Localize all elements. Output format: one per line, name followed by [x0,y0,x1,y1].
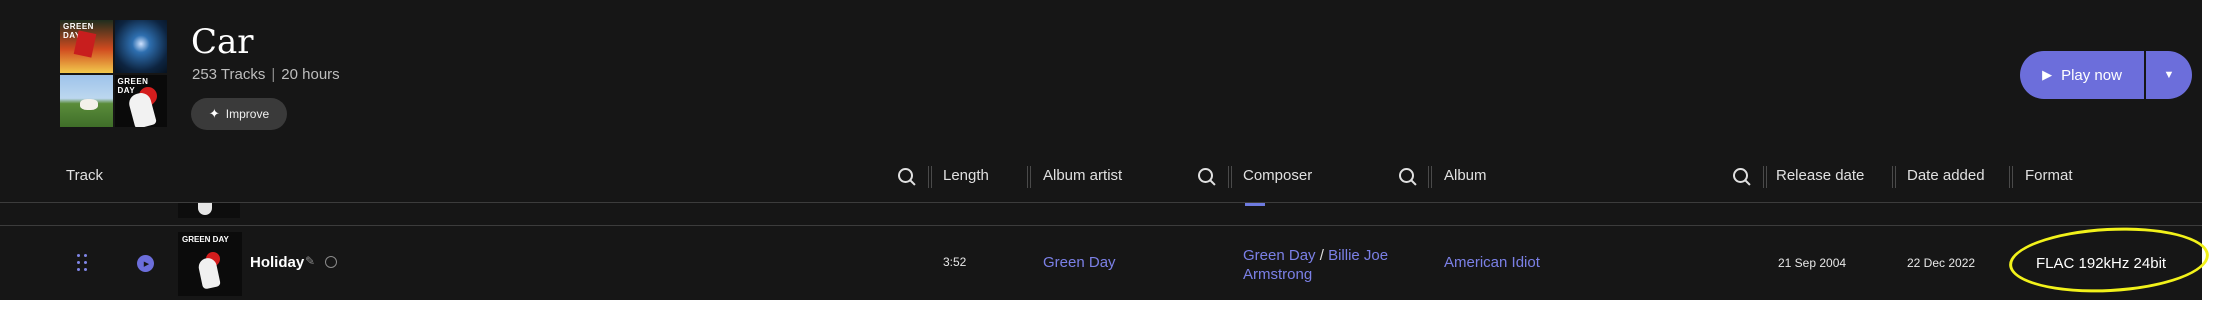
album-cover: GREEN DAY [114,74,167,127]
track-row[interactable]: ▶ GREEN DAY Holiday ✎ 3:52 Green Day Gre… [0,226,2202,300]
drag-handle-icon[interactable] [77,254,89,272]
column-header-album[interactable]: Album [1444,167,1487,184]
release-date: 21 Sep 2004 [1778,256,1847,270]
track-count: 253 Tracks [192,66,266,83]
column-resize-handle[interactable] [1892,166,1896,188]
column-resize-handle[interactable] [2009,166,2013,188]
track-album-art: GREEN DAY [178,232,242,296]
album-cover [114,20,167,73]
composer-search-icon[interactable] [1398,167,1416,185]
album-cover [60,74,113,127]
album-cover: GREEN DAY [60,20,113,73]
column-header-length[interactable]: Length [943,167,989,184]
sparkle-icon: ✦ [208,106,220,121]
playlist-cover-collage: GREEN DAY GREEN DAY [60,20,167,127]
column-resize-handle[interactable] [1428,166,1432,188]
track-length: 3:52 [943,255,967,269]
column-header-format[interactable]: Format [2025,167,2073,184]
track-title[interactable]: Holiday [250,254,304,271]
play-now-label: Play now [2061,66,2122,84]
play-now-button[interactable]: ▶ Play now [2020,51,2144,99]
track-play-button[interactable]: ▶ [137,255,154,272]
date-added: 22 Dec 2022 [1907,256,1976,270]
credits-icon[interactable] [325,256,337,268]
cover-label: GREEN DAY [63,22,94,40]
column-header-release-date[interactable]: Release date [1776,167,1864,184]
meta-separator: | [271,66,276,83]
column-header-album-artist[interactable]: Album artist [1043,167,1122,184]
column-resize-handle[interactable] [928,166,932,188]
composer-cell: Green Day / Billie Joe Armstrong [1243,246,1403,284]
lyrics-icon[interactable]: ✎ [305,254,315,268]
column-resize-handle[interactable] [1027,166,1031,188]
previous-track-thumbnail[interactable] [178,203,240,218]
playlist-title: Car [191,22,254,62]
album-artist-search-icon[interactable] [1197,167,1215,185]
album-search-icon[interactable] [1732,167,1750,185]
track-search-icon[interactable] [897,167,915,185]
play-icon: ▶ [2042,67,2053,82]
playlist-duration: 20 hours [281,66,340,83]
previous-row-link[interactable] [1245,203,1265,206]
chevron-down-icon: ▼ [2163,69,2175,81]
column-header-date-added[interactable]: Date added [1907,167,1985,184]
header-divider [0,202,2202,203]
composer-separator: / [1319,247,1324,264]
album-link[interactable]: American Idiot [1444,254,1540,271]
playlist-view: GREEN DAY GREEN DAY Car 253 Tracks | 20 ho… [0,0,2202,300]
improve-button[interactable]: ✦ Improve [191,98,287,130]
playlist-meta: 253 Tracks | 20 hours [192,66,340,83]
album-artist-link[interactable]: Green Day [1043,254,1116,271]
column-header-track[interactable]: Track [66,167,103,184]
play-options-dropdown[interactable]: ▼ [2146,51,2192,99]
audio-format: FLAC 192kHz 24bit [2036,255,2167,272]
column-header-composer[interactable]: Composer [1243,167,1312,184]
composer-link[interactable]: Green Day [1243,247,1316,264]
thumb-label: GREEN DAY [182,235,229,244]
column-resize-handle[interactable] [1228,166,1232,188]
play-button-group: ▶ Play now ▼ [2020,51,2192,99]
play-icon: ▶ [143,260,150,268]
improve-label: Improve [225,107,270,121]
column-resize-handle[interactable] [1763,166,1767,188]
